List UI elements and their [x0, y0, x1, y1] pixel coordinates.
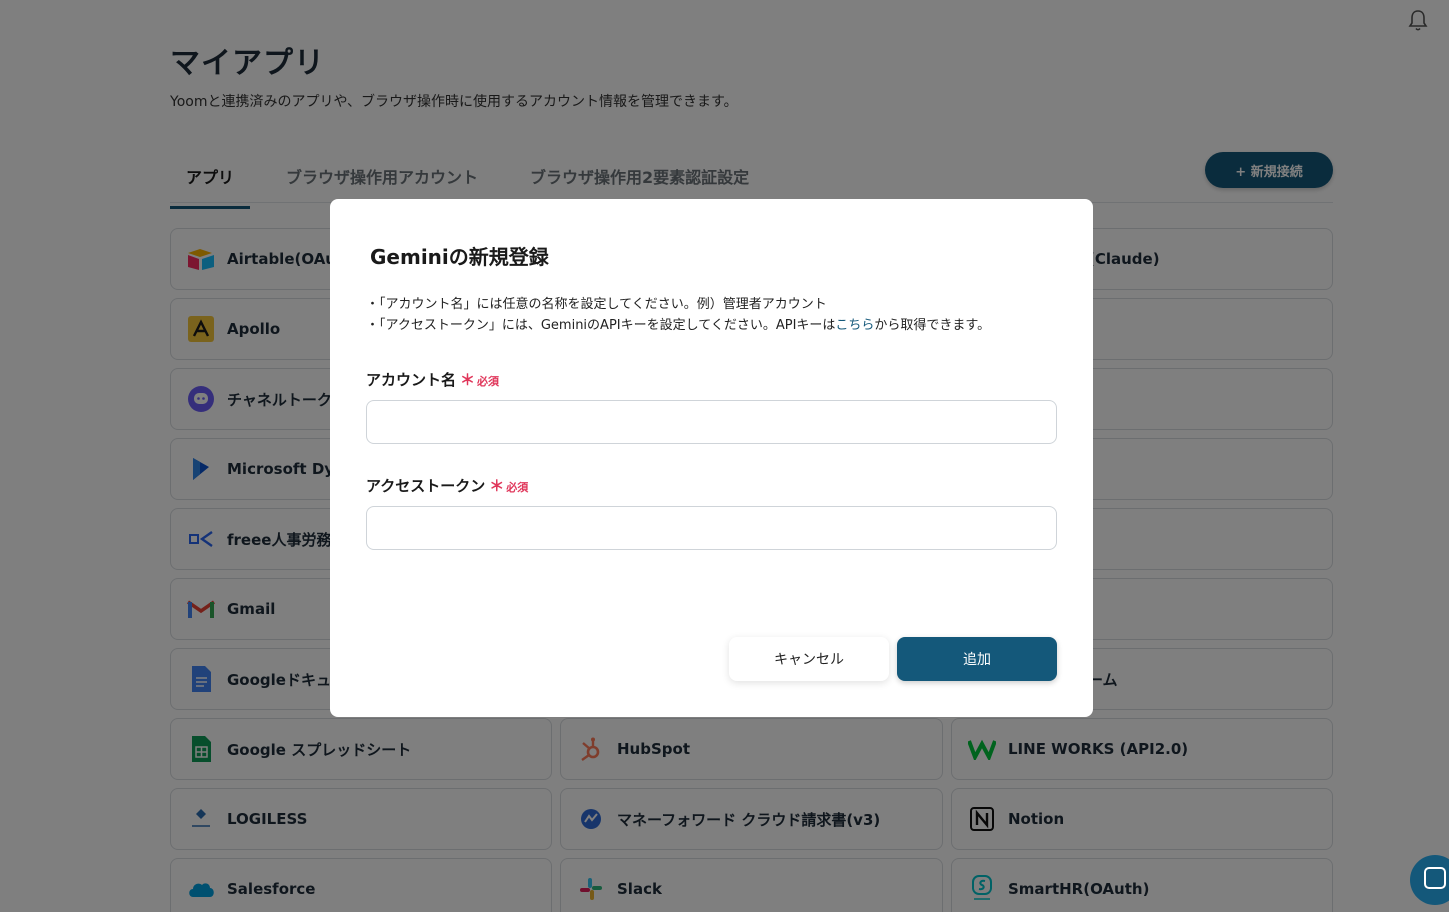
gemini-register-dialog: Geminiの新規登録 ・「アカウント名」には任意の名称を設定してください。例）… — [330, 199, 1093, 717]
label-text: アカウント名 — [366, 371, 457, 389]
account-name-label: アカウント名＊必須 — [366, 369, 499, 390]
instruction-text: から取得できます。 — [874, 318, 991, 333]
access-token-input[interactable] — [366, 506, 1057, 550]
instruction-line-1: ・「アカウント名」には任意の名称を設定してください。例）管理者アカウント — [366, 297, 827, 312]
add-button[interactable]: 追加 — [897, 637, 1057, 681]
required-asterisk: ＊ — [460, 371, 476, 389]
chat-icon — [1424, 867, 1446, 889]
cancel-button[interactable]: キャンセル — [729, 637, 889, 681]
instruction-line-2: ・「アクセストークン」には、GeminiのAPIキーを設定してください。APIキ… — [366, 315, 990, 336]
api-key-link[interactable]: こちら — [835, 318, 874, 333]
dialog-instructions: ・「アカウント名」には任意の名称を設定してください。例）管理者アカウント ・「ア… — [366, 294, 990, 336]
instruction-text: ・「アクセストークン」には、GeminiのAPIキーを設定してください。APIキ… — [366, 318, 836, 333]
required-badge: 必須 — [477, 375, 500, 388]
account-name-input[interactable] — [366, 400, 1057, 444]
required-asterisk: ＊ — [489, 477, 505, 495]
dialog-title: Geminiの新規登録 — [370, 245, 549, 269]
label-text: アクセストークン — [366, 477, 486, 495]
access-token-label: アクセストークン＊必須 — [366, 475, 528, 496]
required-badge: 必須 — [506, 481, 529, 494]
